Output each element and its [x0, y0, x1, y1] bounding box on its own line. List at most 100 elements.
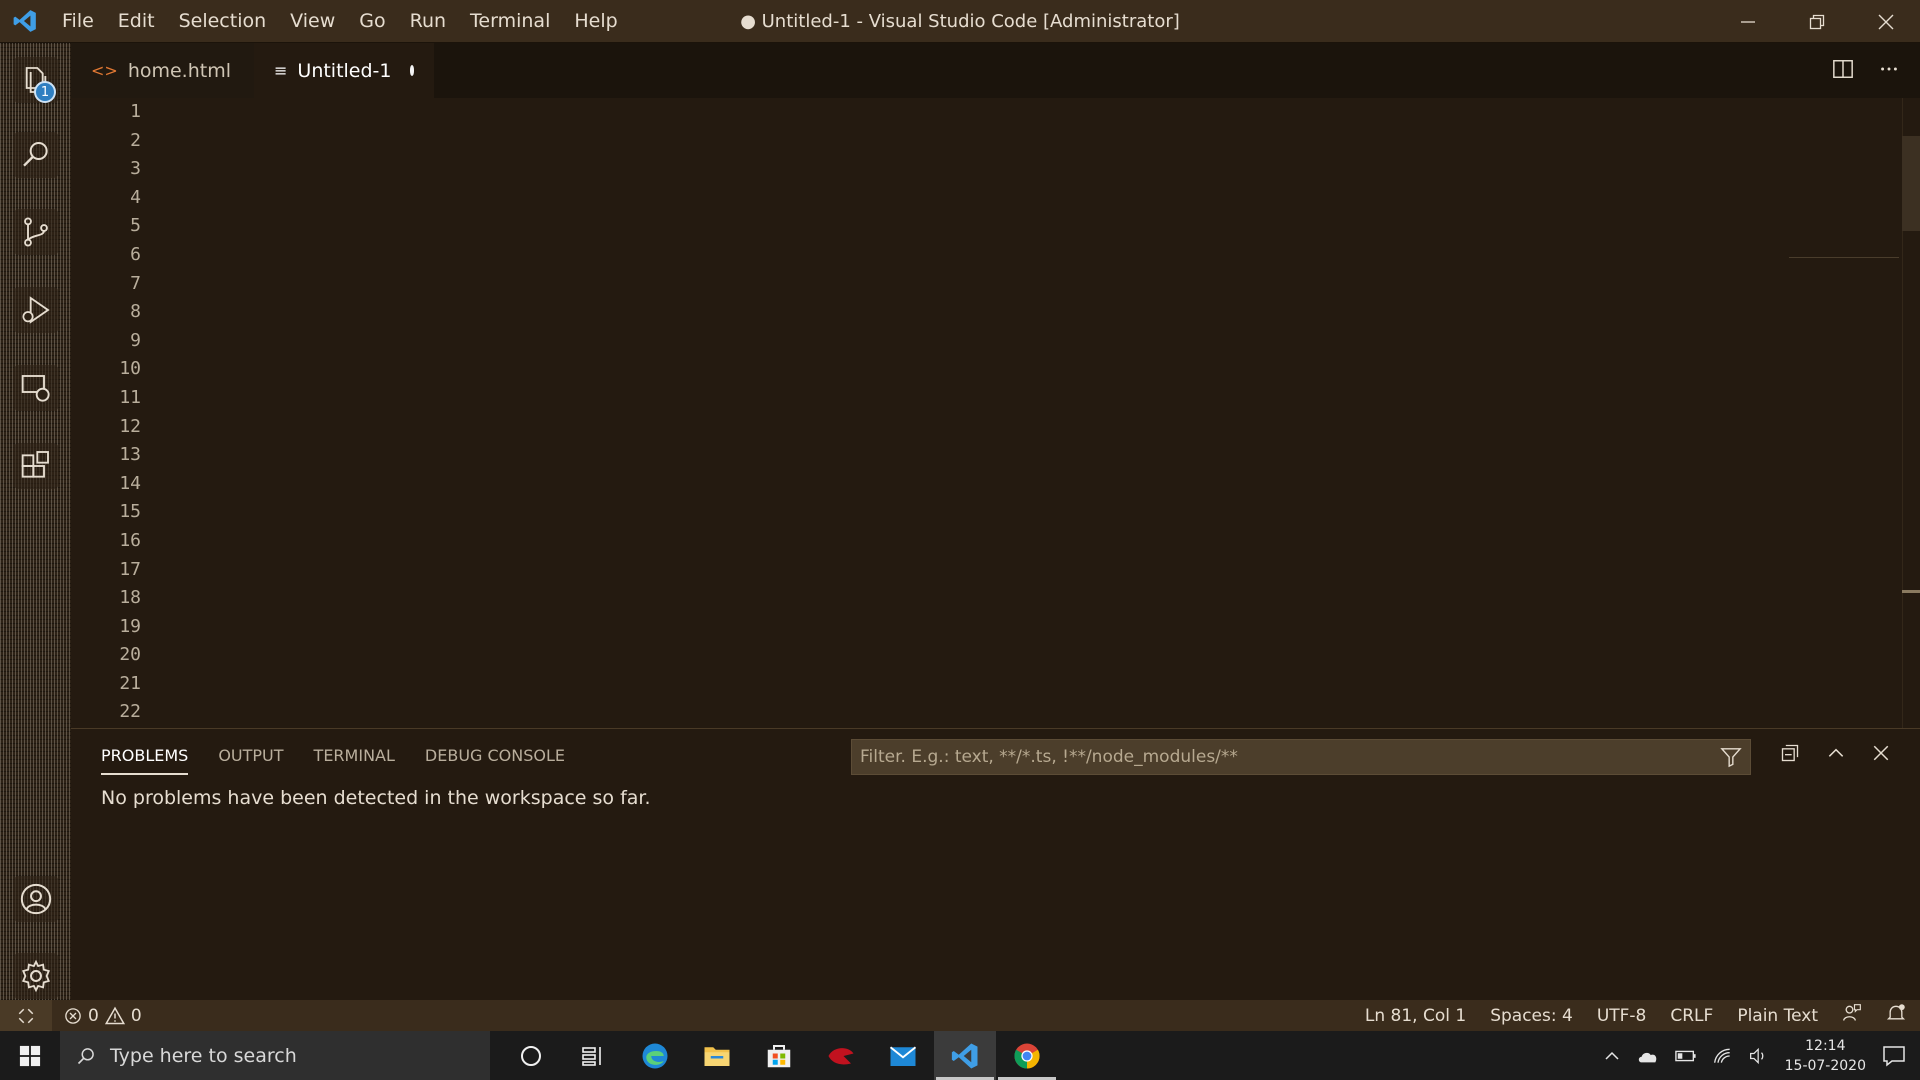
line-number: 22 — [119, 701, 141, 723]
split-editor-button[interactable] — [1832, 58, 1854, 84]
manage-button[interactable] — [13, 953, 59, 999]
notifications-button[interactable] — [1886, 1003, 1906, 1028]
source-control-button[interactable] — [13, 209, 59, 255]
vscode-app[interactable] — [934, 1031, 996, 1080]
remote-icon — [18, 1008, 34, 1023]
taskbar-apps — [500, 1031, 1058, 1080]
chrome-app[interactable] — [996, 1031, 1058, 1080]
remote-explorer-button[interactable] — [13, 365, 59, 411]
onedrive-cloud-icon[interactable] — [1637, 1047, 1659, 1065]
search-placeholder: Type here to search — [110, 1044, 297, 1067]
scrollbar-thumb[interactable] — [1902, 136, 1920, 231]
restore-button[interactable] — [1782, 0, 1851, 43]
line-number: 18 — [119, 587, 141, 609]
taskbar-clock[interactable]: 12:14 15-07-2020 — [1785, 1036, 1866, 1076]
task-view-icon — [582, 1046, 601, 1066]
tab-output[interactable]: OUTPUT — [218, 746, 283, 775]
line-number: 1 — [130, 101, 141, 122]
windows-taskbar: Type here to search 12:14 15-07-2020 — [0, 1031, 1920, 1080]
encoding[interactable]: UTF-8 — [1597, 1006, 1647, 1026]
edge-app[interactable] — [624, 1031, 686, 1080]
line-number: 12 — [119, 415, 141, 437]
filter-icon[interactable] — [1720, 746, 1742, 768]
line-number: 20 — [119, 644, 141, 666]
menu-file[interactable]: File — [50, 0, 106, 43]
remote-explorer-icon — [21, 375, 50, 402]
tab-home-html[interactable]: <> home.html — [71, 43, 254, 98]
end-of-line[interactable]: CRLF — [1670, 1006, 1713, 1026]
collapse-all-button[interactable] — [1780, 743, 1800, 767]
problems-status[interactable]: 0 0 — [52, 1006, 142, 1026]
accounts-button[interactable] — [13, 876, 59, 922]
tab-problems[interactable]: PROBLEMS — [101, 746, 189, 775]
cortana-button[interactable] — [500, 1031, 562, 1080]
menu-terminal[interactable]: Terminal — [458, 0, 562, 43]
cursor-position-marker — [1902, 590, 1920, 593]
extensions-button[interactable] — [13, 443, 59, 489]
tab-debug-console[interactable]: DEBUG CONSOLE — [425, 746, 565, 775]
wifi-icon[interactable] — [1713, 1047, 1733, 1065]
mail-app[interactable] — [872, 1031, 934, 1080]
error-icon — [65, 1007, 81, 1024]
menu-help[interactable]: Help — [562, 0, 629, 43]
start-button[interactable] — [0, 1031, 60, 1080]
line-number: 7 — [130, 272, 141, 294]
split-editor-icon — [1833, 59, 1853, 78]
line-number: 9 — [130, 329, 141, 351]
unsaved-dot-icon[interactable] — [409, 65, 414, 76]
indentation[interactable]: Spaces: 4 — [1490, 1006, 1573, 1026]
close-window-button[interactable] — [1851, 0, 1920, 43]
warning-count: 0 — [130, 1005, 142, 1026]
menu-go[interactable]: Go — [347, 0, 397, 43]
action-center-icon[interactable] — [1882, 1044, 1906, 1068]
menu-edit[interactable]: Edit — [106, 0, 167, 43]
language-mode[interactable]: Plain Text — [1737, 1006, 1818, 1026]
editor-scrollbar[interactable] — [1902, 98, 1920, 728]
file-explorer-app[interactable] — [686, 1031, 748, 1080]
minimap-viewport[interactable] — [1789, 257, 1899, 258]
menu-run[interactable]: Run — [398, 0, 458, 43]
more-actions-button[interactable] — [1878, 58, 1900, 84]
line-number: 17 — [119, 558, 141, 580]
title-bar: File Edit Selection View Go Run Terminal… — [0, 0, 1920, 43]
editor-area[interactable]: 1 2 3 4 5 6 7 8 9 10 11 12 13 14 15 16 1… — [71, 98, 1920, 728]
editor-tab-bar: <> home.html ≡ Untitled-1 — [71, 43, 1920, 98]
store-app[interactable] — [748, 1031, 810, 1080]
tab-terminal[interactable]: TERMINAL — [314, 746, 395, 775]
status-right: Ln 81, Col 1 Spaces: 4 UTF-8 CRLF Plain … — [1365, 1000, 1906, 1031]
chevron-up-icon[interactable] — [1603, 1047, 1621, 1065]
line-number: 2 — [130, 129, 141, 151]
search-view-button[interactable] — [13, 132, 59, 178]
volume-icon[interactable] — [1749, 1047, 1769, 1065]
system-tray: 12:14 15-07-2020 — [1603, 1031, 1920, 1080]
menu-selection[interactable]: Selection — [167, 0, 279, 43]
feedback-button[interactable] — [1842, 1003, 1862, 1028]
game-app[interactable] — [810, 1031, 872, 1080]
folder-icon — [704, 1046, 730, 1066]
close-panel-button[interactable] — [1872, 744, 1890, 766]
line-number: 15 — [119, 501, 141, 523]
taskbar-search[interactable]: Type here to search — [60, 1031, 490, 1080]
maximize-panel-button[interactable] — [1826, 743, 1846, 767]
cursor-position[interactable]: Ln 81, Col 1 — [1365, 1006, 1466, 1026]
menu-view[interactable]: View — [278, 0, 347, 43]
minimize-button[interactable] — [1713, 0, 1782, 43]
gear-icon — [21, 959, 51, 993]
close-icon — [1873, 745, 1889, 761]
window-title: ● Untitled-1 - Visual Studio Code [Admin… — [740, 11, 1180, 32]
line-number: 3 — [130, 158, 141, 180]
store-bag-icon — [767, 1044, 791, 1067]
task-view-button[interactable] — [562, 1031, 624, 1080]
tab-untitled-1[interactable]: ≡ Untitled-1 — [254, 43, 434, 98]
source-control-icon — [24, 217, 48, 247]
clock-time: 12:14 — [1805, 1037, 1846, 1054]
cortana-icon — [521, 1045, 541, 1066]
remote-indicator-button[interactable] — [0, 1000, 52, 1031]
filter-input[interactable] — [860, 747, 1720, 767]
battery-icon[interactable] — [1674, 1048, 1697, 1064]
clock-date: 15-07-2020 — [1784, 1057, 1866, 1074]
line-number: 11 — [119, 386, 141, 408]
run-debug-button[interactable] — [13, 287, 59, 333]
red-app-icon — [828, 1047, 854, 1064]
problems-filter — [851, 739, 1751, 775]
